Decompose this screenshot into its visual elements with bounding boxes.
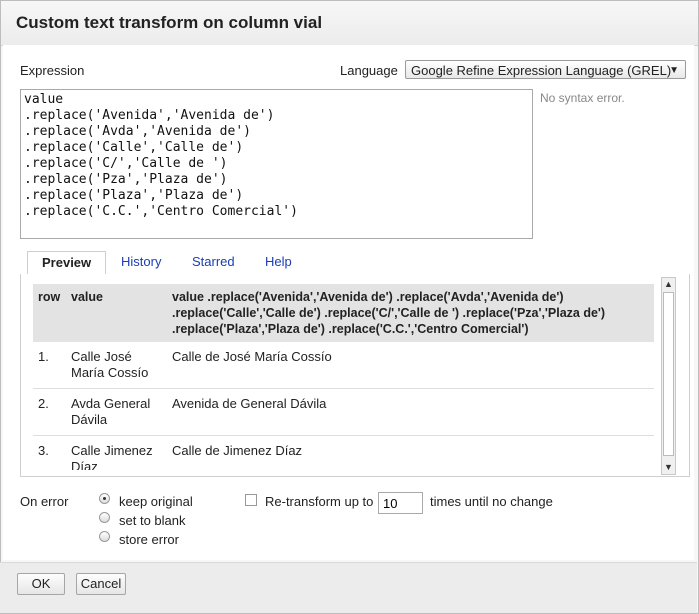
on-error-label: On error [20,494,69,509]
radio-store-error[interactable] [99,531,110,542]
transformed-value: Calle de Jimenez Díaz [167,435,654,470]
radio-set-to-blank[interactable] [99,512,110,523]
dialog-title: Custom text transform on column vial [16,13,323,32]
radio-keep-original[interactable] [99,493,110,504]
cancel-button[interactable]: Cancel [76,573,126,595]
original-value: Calle Jimenez Díaz [66,435,167,470]
row-number: 1. [33,342,66,389]
retransform-label[interactable]: Re-transform up to [265,494,373,509]
scroll-up-icon[interactable]: ▲ [662,278,675,291]
keep-original-label[interactable]: keep original [119,494,193,509]
expression-editor[interactable]: value .replace('Avenida','Avenida de') .… [20,89,533,239]
retransform-suffix: times until no change [430,494,553,509]
retransform-count-input[interactable] [378,492,423,514]
preview-scrollbar[interactable]: ▲ ▼ [661,277,676,475]
set-to-blank-label[interactable]: set to blank [119,513,186,528]
transformed-value: Calle de José María Cossío [167,342,654,389]
column-header-value: value [66,284,167,342]
retransform-checkbox[interactable] [245,494,257,506]
syntax-status: No syntax error. [540,91,625,105]
preview-grid: row value value .replace('Avenida','Aven… [33,284,654,470]
tab-starred[interactable]: Starred [178,251,249,273]
chevron-down-icon: ▼ [669,65,679,76]
table-row: 1. Calle José María Cossío Calle de José… [33,342,654,389]
transformed-value: Avenida de General Dávila [167,388,654,436]
scrollbar-thumb[interactable] [663,292,674,456]
row-number: 2. [33,388,66,436]
tab-history[interactable]: History [107,251,175,273]
column-header-expression: value .replace('Avenida','Avenida de') .… [167,284,654,342]
language-select-value: Google Refine Expression Language (GREL) [411,63,672,78]
ok-button[interactable]: OK [17,573,65,595]
expression-label: Expression [20,63,85,78]
language-select[interactable]: Google Refine Expression Language (GREL)… [405,60,686,79]
table-row: 2. Avda General Dávila Avenida de Genera… [33,388,654,436]
dialog-titlebar[interactable]: Custom text transform on column vial [1,1,698,46]
tab-preview[interactable]: Preview [27,251,107,276]
original-value: Avda General Dávila [66,388,167,436]
tab-help[interactable]: Help [251,251,306,273]
column-header-row: row [33,284,66,342]
store-error-label[interactable]: store error [119,532,179,547]
scroll-down-icon[interactable]: ▼ [662,461,675,474]
language-label: Language [340,63,398,78]
table-row: 3. Calle Jimenez Díaz Calle de Jimenez D… [33,435,654,470]
row-number: 3. [33,435,66,470]
original-value: Calle José María Cossío [66,342,167,389]
